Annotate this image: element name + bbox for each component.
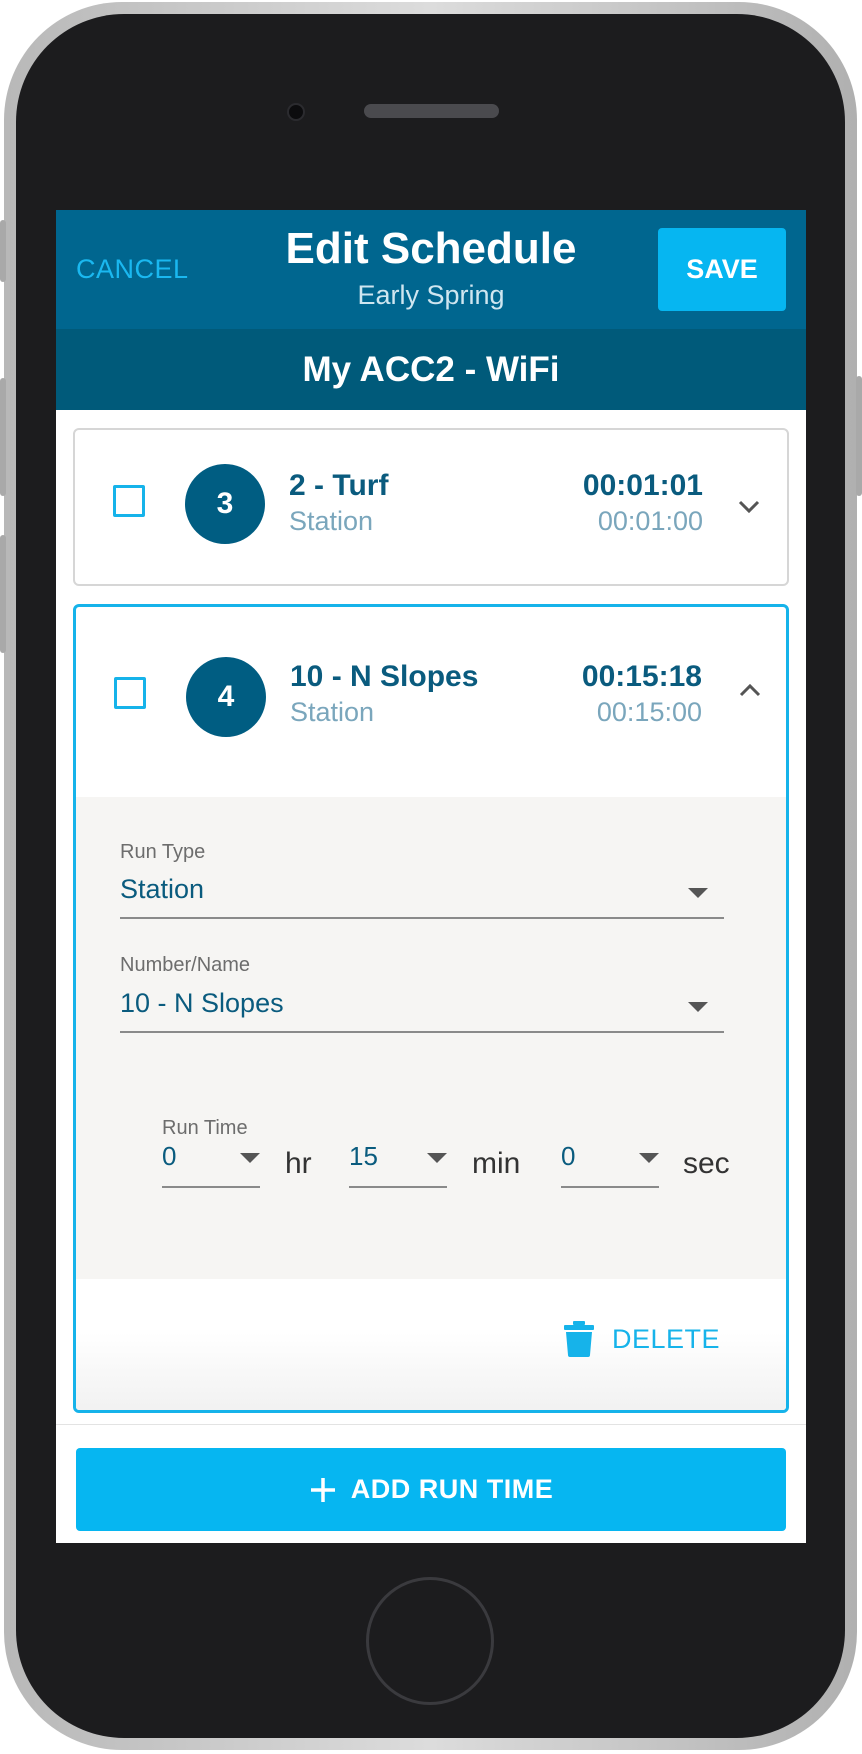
phone-power-button <box>856 376 862 496</box>
dropdown-caret-icon <box>688 888 708 898</box>
run-item-card[interactable]: 3 2 - Turf Station 00:01:01 00:01:00 <box>73 428 789 586</box>
phone-volume-down <box>0 535 6 653</box>
scheduled-run-time: 00:15:00 <box>596 697 702 727</box>
dropdown-caret-icon <box>639 1153 659 1163</box>
home-button[interactable] <box>366 1577 494 1705</box>
station-name: 2 - Turf <box>289 469 389 502</box>
hours-value: 0 <box>162 1141 177 1171</box>
add-run-time-button[interactable]: ADD RUN TIME <box>76 1448 786 1531</box>
number-name-value: 10 - N Slopes <box>120 988 284 1018</box>
plus-icon <box>310 1477 335 1502</box>
phone-mute-switch <box>0 220 6 282</box>
run-order-badge: 3 <box>185 464 265 544</box>
top-bar: CANCEL Edit Schedule Early Spring SAVE <box>56 210 806 329</box>
run-time-label: Run Time <box>162 1117 248 1139</box>
minutes-unit: min <box>472 1147 521 1180</box>
run-item-actions: DELETE <box>76 1279 786 1410</box>
trash-icon <box>564 1321 594 1357</box>
dropdown-caret-icon <box>427 1153 447 1163</box>
divider <box>56 1424 806 1425</box>
checkbox-icon[interactable] <box>114 677 146 709</box>
earpiece-speaker <box>364 104 499 118</box>
front-camera <box>287 103 305 121</box>
phone-volume-up <box>0 378 6 496</box>
scheduled-run-time: 00:01:00 <box>597 506 703 536</box>
number-name-select[interactable]: 10 - N Slopes <box>120 988 724 1033</box>
add-run-time-label: ADD RUN TIME <box>350 1474 554 1504</box>
delete-button[interactable]: DELETE <box>564 1321 720 1357</box>
dropdown-caret-icon <box>688 1002 708 1012</box>
delete-label: DELETE <box>612 1323 721 1354</box>
hours-select[interactable]: 0 <box>162 1141 260 1188</box>
seconds-unit: sec <box>683 1147 730 1180</box>
run-item-editor: Run Type Station Number/Name 10 - N Slop… <box>76 797 786 1280</box>
seconds-value: 0 <box>561 1141 576 1171</box>
minutes-value: 15 <box>349 1141 378 1171</box>
run-type-value: Station <box>120 874 205 904</box>
run-type-select[interactable]: Station <box>120 874 724 919</box>
number-name-label: Number/Name <box>120 954 251 976</box>
save-button[interactable]: SAVE <box>658 228 786 311</box>
seconds-select[interactable]: 0 <box>561 1141 659 1188</box>
chevron-down-icon[interactable] <box>736 494 762 520</box>
run-item-card-expanded[interactable]: 4 10 - N Slopes Station 00:15:18 00:15:0… <box>73 604 789 1413</box>
minutes-select[interactable]: 15 <box>349 1141 447 1188</box>
actual-run-time: 00:15:18 <box>581 660 702 693</box>
controller-name: My ACC2 - WiFi <box>56 329 806 410</box>
checkbox-icon[interactable] <box>113 485 145 517</box>
actual-run-time: 00:01:01 <box>582 469 703 502</box>
dropdown-caret-icon <box>240 1153 260 1163</box>
run-type: Station <box>289 506 374 536</box>
run-type: Station <box>290 697 375 727</box>
hours-unit: hr <box>285 1147 312 1180</box>
app-screen: CANCEL Edit Schedule Early Spring SAVE M… <box>56 210 806 1543</box>
run-order-badge: 4 <box>186 657 266 737</box>
run-type-label: Run Type <box>120 841 206 863</box>
chevron-up-icon[interactable] <box>737 677 763 703</box>
station-name: 10 - N Slopes <box>290 660 479 693</box>
